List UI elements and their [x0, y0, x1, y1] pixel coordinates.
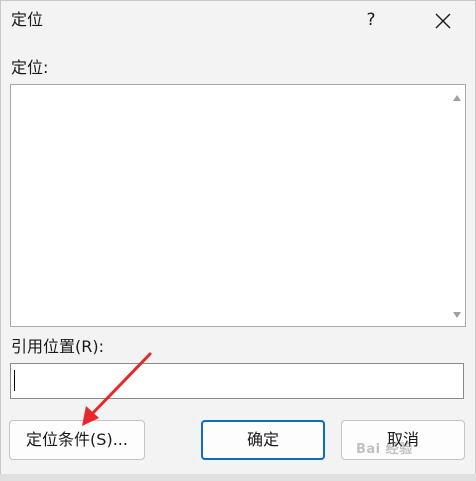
- watermark: Bai 经验: [356, 442, 413, 457]
- annotation-arrow: [82, 352, 152, 426]
